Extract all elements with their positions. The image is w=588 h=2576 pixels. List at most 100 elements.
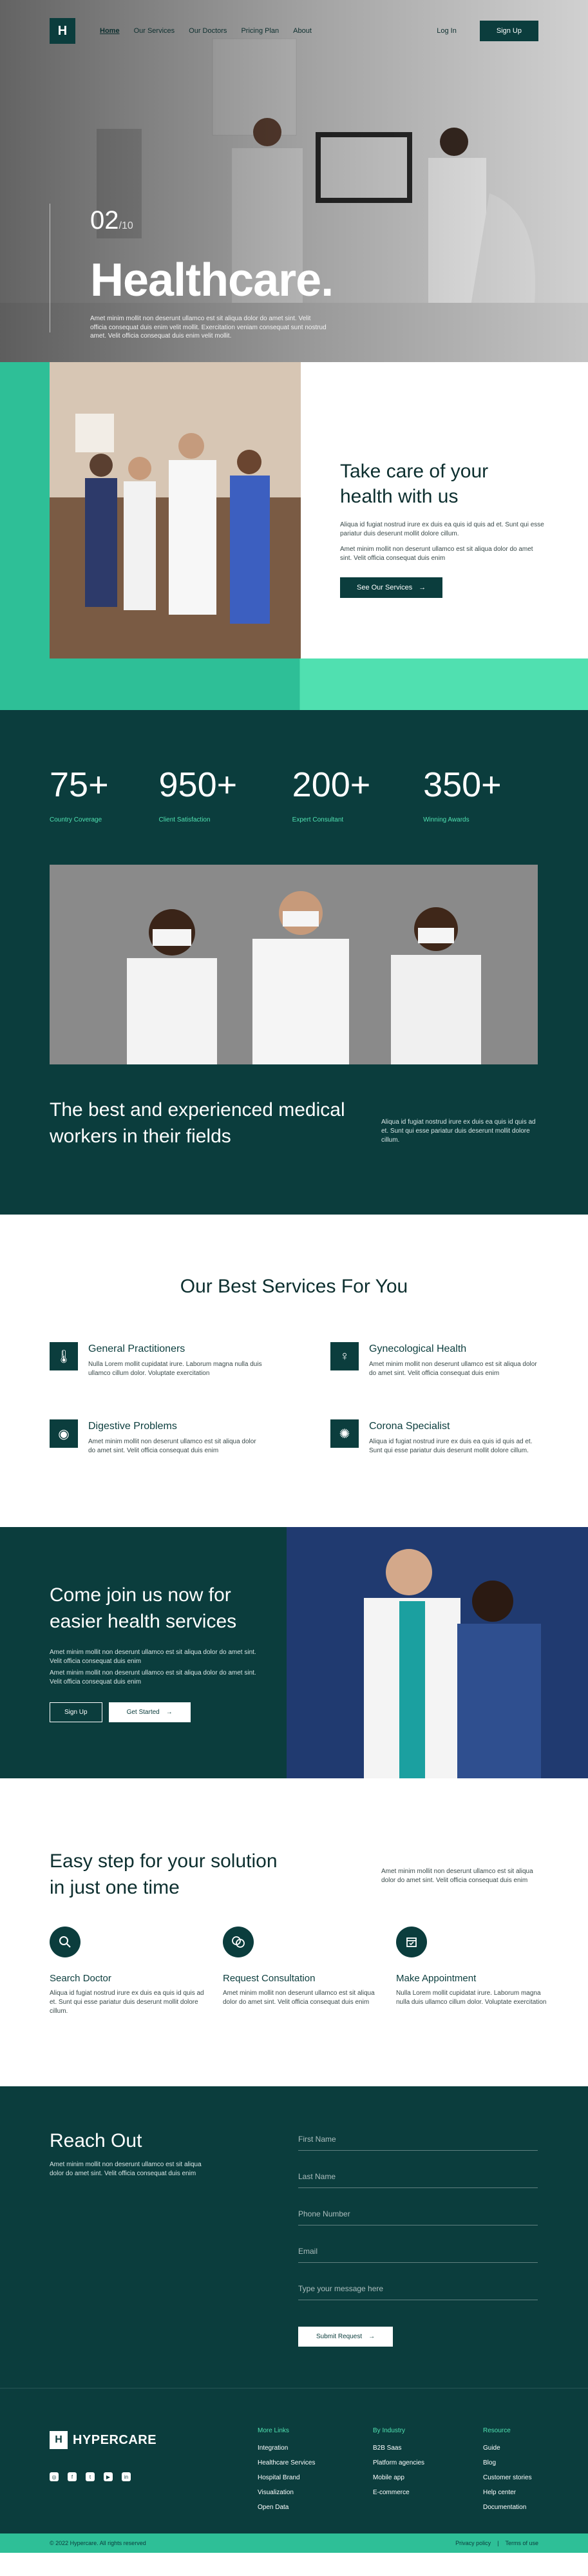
join-paragraph-1: Amet minim mollit non deserunt ullamco e…	[50, 1649, 256, 1665]
chat-icon	[223, 1927, 254, 1957]
service-card[interactable]: ♀ Gynecological Health Amet minim mollit…	[330, 1342, 543, 1378]
steps-section: Easy step for your solution in just one …	[0, 1778, 588, 2086]
message-field[interactable]: Type your message here	[298, 2284, 538, 2300]
contact-title: Reach Out	[50, 2130, 142, 2151]
footer-link[interactable]: Help center	[483, 2489, 532, 2496]
step-description: Aliqua id fugiat nostrud irure ex duis e…	[50, 1990, 204, 2015]
twitter-icon[interactable]: t	[86, 2472, 95, 2481]
join-title: Come join us now for easier health servi…	[50, 1584, 237, 1633]
service-description: Nulla Lorem mollit cupidatat irure. Labo…	[88, 1361, 262, 1377]
doctors-arms-crossed-photo	[287, 1527, 588, 1778]
footer-link[interactable]: Customer stories	[483, 2474, 532, 2481]
stomach-icon: ◉	[50, 1419, 78, 1448]
hero-section: H Home Our Services Our Doctors Pricing …	[0, 0, 588, 362]
service-card[interactable]: ◉ Digestive Problems Amet minim mollit n…	[50, 1419, 262, 1456]
stats-row: 75+ Country Coverage 950+ Client Satisfa…	[50, 765, 538, 823]
service-card[interactable]: 🌡 General Practitioners Nulla Lorem moll…	[50, 1342, 262, 1378]
footer: H HYPERCARE ◎ f t ▶ in More Links Integr…	[0, 2388, 588, 2553]
privacy-policy-link[interactable]: Privacy policy	[455, 2540, 491, 2546]
care-text: Take care of your health with us Aliqua …	[340, 459, 546, 598]
footer-column-industry: By Industry B2B Saas Platform agencies M…	[373, 2427, 424, 2504]
footer-link[interactable]: B2B Saas	[373, 2445, 424, 2452]
terms-of-use-link[interactable]: Terms of use	[505, 2540, 538, 2546]
service-description: Amet minim mollit non deserunt ullamco e…	[88, 1438, 256, 1454]
nav-link-about[interactable]: About	[293, 27, 312, 35]
footer-link[interactable]: Visualization	[258, 2489, 315, 2496]
footer-logo[interactable]: H HYPERCARE	[50, 2431, 156, 2449]
footer-link[interactable]: Integration	[258, 2445, 315, 2452]
calendar-icon	[396, 1927, 427, 1957]
best-workers-description: Aliqua id fugiat nostrud irure ex duis e…	[381, 1119, 536, 1144]
instagram-icon[interactable]: ◎	[50, 2472, 59, 2481]
youtube-icon[interactable]: ▶	[104, 2472, 113, 2481]
nav-link-services[interactable]: Our Services	[134, 27, 175, 35]
slide-total: /10	[119, 220, 133, 231]
service-card[interactable]: ✺ Corona Specialist Aliqua id fugiat nos…	[330, 1419, 543, 1456]
footer-link[interactable]: E-commerce	[373, 2489, 424, 2496]
contact-section: Reach Out Amet minim mollit non deserunt…	[0, 2086, 588, 2388]
phone-field[interactable]: Phone Number	[298, 2209, 538, 2225]
nav-links: Home Our Services Our Doctors Pricing Pl…	[100, 27, 312, 35]
social-links: ◎ f t ▶ in	[50, 2472, 131, 2481]
service-title: General Practitioners	[88, 1343, 185, 1354]
footer-logo-text: HYPERCARE	[73, 2432, 157, 2447]
stat-label: Winning Awards	[423, 816, 469, 823]
accent-strip	[0, 658, 588, 710]
arrow-right-icon: →	[419, 584, 426, 591]
login-link[interactable]: Log In	[437, 27, 457, 35]
footer-link[interactable]: Blog	[483, 2459, 532, 2466]
get-started-button[interactable]: Get Started →	[108, 1702, 191, 1722]
stats-section: 75+ Country Coverage 950+ Client Satisfa…	[0, 710, 588, 1215]
nav-link-home[interactable]: Home	[100, 27, 120, 35]
nav-actions: Log In Sign Up	[437, 21, 538, 41]
arrow-right-icon: →	[166, 1709, 173, 1716]
search-icon	[50, 1927, 81, 1957]
see-services-button[interactable]: See Our Services →	[340, 577, 443, 598]
email-field[interactable]: Email	[298, 2247, 538, 2263]
steps-title: Easy step for your solution in just one …	[50, 1850, 278, 1899]
thermometer-icon: 🌡	[50, 1342, 78, 1370]
slide-counter: 02/10	[90, 206, 133, 235]
stat-number: 200+	[292, 765, 371, 804]
facebook-icon[interactable]: f	[68, 2472, 77, 2481]
submit-request-button[interactable]: Submit Request →	[298, 2327, 394, 2347]
footer-column-more-links: More Links Integration Healthcare Servic…	[258, 2427, 315, 2519]
slide-current: 02	[90, 206, 119, 235]
doctors-group-photo	[50, 362, 301, 658]
legal-links: Privacy policy | Terms of use	[455, 2540, 538, 2546]
logo[interactable]: H	[50, 18, 75, 44]
submit-label: Submit Request	[316, 2333, 363, 2340]
footer-link[interactable]: Guide	[483, 2445, 532, 2452]
step-description: Amet minim mollit non deserunt ullamco e…	[223, 1990, 375, 2006]
footer-link[interactable]: Documentation	[483, 2504, 532, 2511]
footer-link[interactable]: Mobile app	[373, 2474, 424, 2481]
step-title: Search Doctor	[50, 1973, 111, 1984]
contact-description: Amet minim mollit non deserunt ullamco e…	[50, 2161, 202, 2177]
linkedin-icon[interactable]: in	[122, 2472, 131, 2481]
nav-link-doctors[interactable]: Our Doctors	[189, 27, 227, 35]
arrow-right-icon: →	[368, 2333, 375, 2340]
virus-icon: ✺	[330, 1419, 359, 1448]
stat-item: 75+ Country Coverage	[50, 765, 159, 823]
join-section: Come join us now for easier health servi…	[0, 1527, 588, 1778]
footer-link[interactable]: Hospital Brand	[258, 2474, 315, 2481]
last-name-field[interactable]: Last Name	[298, 2172, 538, 2188]
stat-label: Expert Consultant	[292, 816, 344, 823]
footer-link[interactable]: Platform agencies	[373, 2459, 424, 2466]
first-name-field[interactable]: First Name	[298, 2135, 538, 2151]
steps-intro: Amet minim mollit non deserunt ullamco e…	[381, 1868, 533, 1884]
footer-link[interactable]: Open Data	[258, 2504, 315, 2511]
step-title: Make Appointment	[396, 1973, 477, 1984]
nav-link-pricing[interactable]: Pricing Plan	[241, 27, 279, 35]
join-signup-button[interactable]: Sign Up	[50, 1702, 102, 1722]
signup-button[interactable]: Sign Up	[479, 21, 538, 41]
hero-description: Amet minim mollit non deserunt ullamco e…	[90, 315, 327, 340]
see-services-label: See Our Services	[357, 584, 413, 591]
care-paragraph-2: Amet minim mollit non deserunt ullamco e…	[340, 546, 533, 562]
footer-column-resource: Resource Guide Blog Customer stories Hel…	[483, 2427, 532, 2519]
step-item: Search Doctor Aliqua id fugiat nostrud i…	[50, 1927, 204, 2016]
service-title: Gynecological Health	[369, 1343, 467, 1354]
footer-link[interactable]: Healthcare Services	[258, 2459, 315, 2466]
stat-label: Client Satisfaction	[158, 816, 211, 823]
step-description: Nulla Lorem mollit cupidatat irure. Labo…	[396, 1990, 547, 2006]
